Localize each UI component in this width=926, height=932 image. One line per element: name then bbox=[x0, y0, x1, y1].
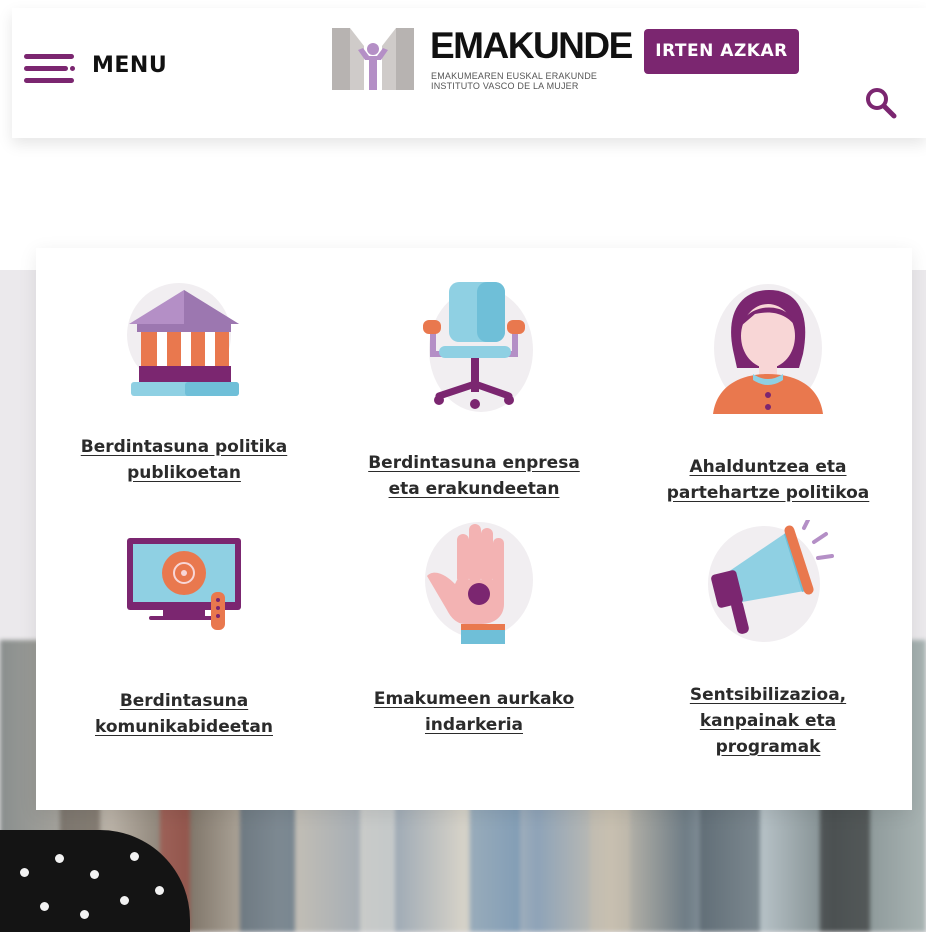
quick-exit-button[interactable]: IRTEN AZKAR bbox=[644, 29, 799, 74]
category-label[interactable]: Sentsibilizazioa, kanpainak eta programa… bbox=[648, 682, 888, 760]
logo-subtitle-spanish: INSTITUTO VASCO DE LA MUJER bbox=[431, 81, 579, 91]
television-icon bbox=[127, 538, 241, 630]
category-label[interactable]: Berdintasuna politika publikoetan bbox=[64, 434, 304, 486]
category-companies[interactable]: Berdintasuna enpresa eta erakundeetan bbox=[354, 280, 594, 502]
category-label[interactable]: Berdintasuna komunikabideetan bbox=[64, 688, 304, 740]
category-public-policy[interactable]: Berdintasuna politika publikoetan bbox=[64, 280, 304, 486]
search-icon[interactable] bbox=[864, 86, 898, 120]
government-building-icon bbox=[127, 283, 239, 396]
category-campaigns[interactable]: Sentsibilizazioa, kanpainak eta programa… bbox=[648, 520, 888, 760]
office-chair-icon bbox=[423, 282, 533, 412]
category-media[interactable]: Berdintasuna komunikabideetan bbox=[64, 536, 304, 740]
emakunde-logo-emblem-icon bbox=[332, 28, 414, 90]
emakunde-logo[interactable]: EMAKUNDE EMAKUMEAREN EUSKAL ERAKUNDE INS… bbox=[332, 26, 633, 96]
category-empowerment[interactable]: Ahalduntzea eta partehartze politikoa bbox=[648, 280, 888, 506]
categories-card: Berdintasuna politika publikoetan Berdin… bbox=[36, 248, 912, 810]
category-violence[interactable]: Emakumeen aurkako indarkeria bbox=[354, 520, 594, 738]
hamburger-menu-icon[interactable] bbox=[24, 54, 75, 84]
menu-label[interactable]: MENU bbox=[92, 53, 167, 78]
category-label[interactable]: Ahalduntzea eta partehartze politikoa bbox=[648, 454, 888, 506]
woman-avatar-icon bbox=[713, 284, 823, 414]
logo-subtitle-basque: EMAKUMEAREN EUSKAL ERAKUNDE bbox=[431, 71, 598, 81]
logo-name: EMAKUNDE bbox=[430, 25, 633, 66]
site-header: MENU EMAKUNDE EMAKUMEAREN EUSKAL ERAKUND… bbox=[12, 8, 926, 138]
category-label[interactable]: Berdintasuna enpresa eta erakundeetan bbox=[354, 450, 594, 502]
category-label[interactable]: Emakumeen aurkako indarkeria bbox=[354, 686, 594, 738]
raised-hand-icon bbox=[425, 522, 533, 644]
megaphone-icon bbox=[708, 520, 834, 642]
